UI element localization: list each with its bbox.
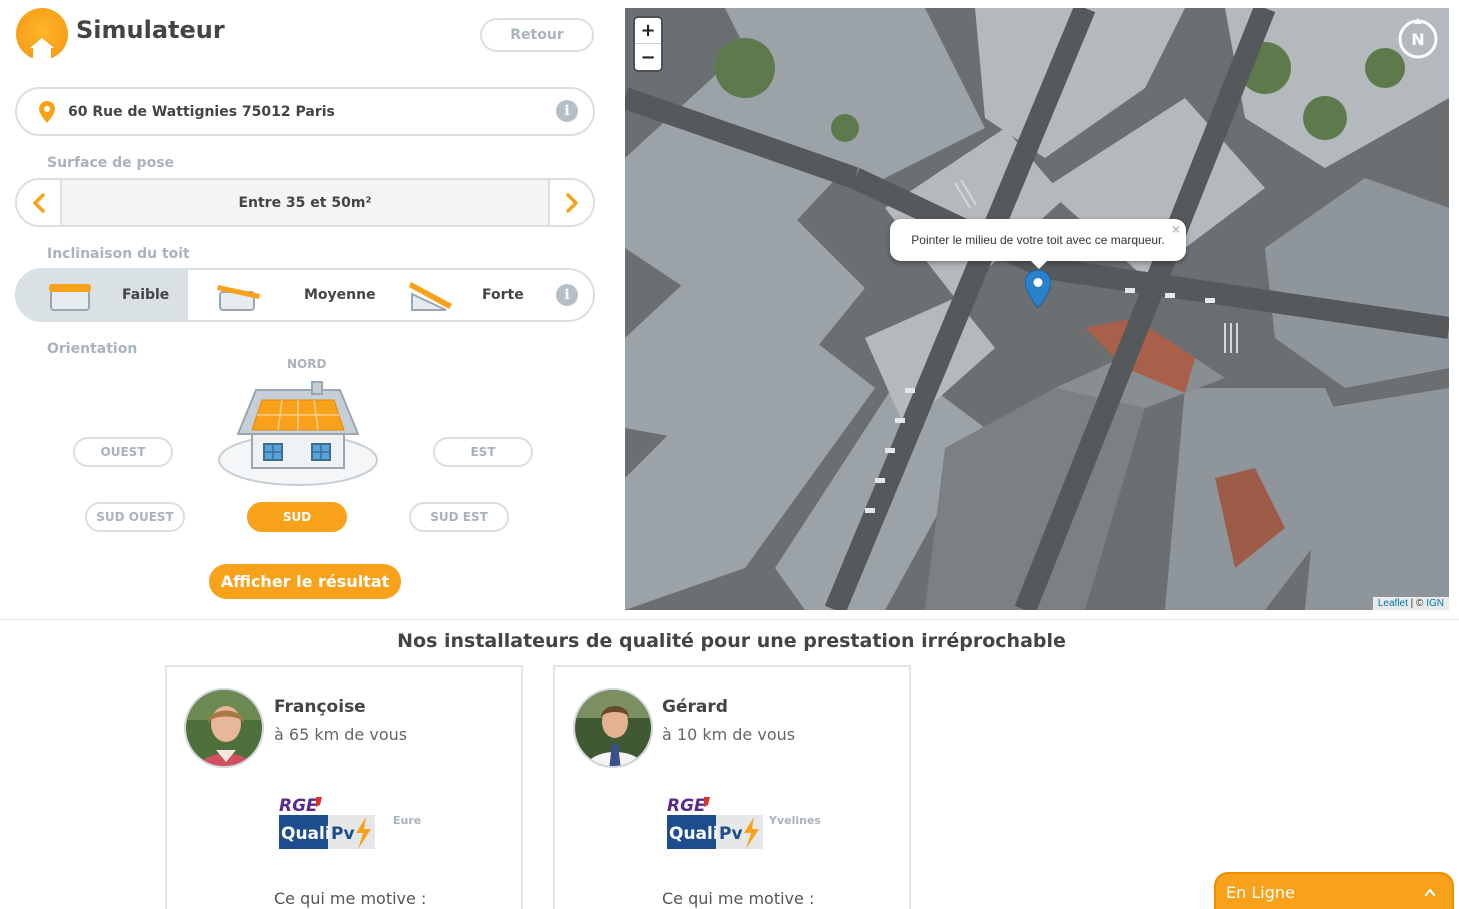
marker-popup: Pointer le milieu de votre toit avec ce … (890, 219, 1186, 269)
installer-motive-label: Ce qui me motive : (274, 889, 427, 908)
surface-prev-button[interactable] (17, 180, 62, 225)
aerial-map[interactable]: + − N Pointer le milieu de votre toit av… (625, 8, 1449, 610)
sun-logo (16, 8, 68, 60)
inclinaison-faible-label: Faible (122, 287, 170, 303)
house-logo-icon (30, 38, 54, 60)
chevron-left-icon (32, 192, 45, 213)
compass-icon[interactable]: N (1395, 16, 1441, 62)
show-result-button[interactable]: Afficher le résultat (209, 564, 401, 599)
surface-selector: Entre 35 et 50m² (15, 178, 595, 227)
inclinaison-option-moyenne[interactable]: Moyenne (188, 270, 378, 320)
flat-roof-icon (49, 284, 91, 311)
installer-name: Françoise (274, 697, 366, 717)
info-icon[interactable]: i (556, 100, 578, 122)
map-pin-icon (39, 100, 55, 123)
orientation-sud-est-button[interactable]: SUD EST (409, 502, 509, 532)
surface-value: Entre 35 et 50m² (238, 194, 372, 211)
zoom-control: + − (635, 18, 661, 70)
chevron-right-icon (565, 192, 578, 213)
installer-motive-label: Ce qui me motive : (662, 889, 815, 908)
zoom-in-button[interactable]: + (635, 18, 661, 44)
orientation-sud-button[interactable]: SUD (247, 502, 347, 532)
inclinaison-label: Inclinaison du toit (47, 246, 190, 262)
installer-photo (186, 690, 262, 766)
orientation-ouest-button[interactable]: OUEST (73, 437, 173, 467)
section-divider (0, 619, 1459, 620)
avatar (184, 688, 264, 768)
map-marker-icon[interactable] (1025, 270, 1051, 308)
orientation-est-button[interactable]: EST (433, 437, 533, 467)
live-chat-button[interactable]: En Ligne (1214, 872, 1454, 909)
badge-pv-text: Pv (331, 824, 355, 844)
installer-card: Gérard à 10 km de vous RGE Quali Pv Yvel… (553, 665, 911, 909)
badge-pv-text: Pv (719, 824, 743, 844)
inclinaison-forte-label: Forte (482, 287, 524, 303)
address-field[interactable]: 60 Rue de Wattignies 75012 Paris i (15, 87, 595, 136)
installer-name: Gérard (662, 697, 728, 717)
popup-close-button[interactable]: × (1172, 221, 1180, 237)
aerial-imagery (625, 8, 1449, 610)
inclinaison-selector: Faible Moyenne Forte i (15, 268, 595, 322)
installer-card: Françoise à 65 km de vous RGE Quali Pv E… (165, 665, 523, 909)
avatar (573, 688, 653, 768)
badge-quali-text: Quali (669, 824, 719, 844)
steep-roof-icon (409, 282, 452, 311)
attribution-leaflet-link[interactable]: Leaflet (1378, 598, 1408, 609)
orientation-label: Orientation (47, 341, 138, 357)
back-button[interactable]: Retour (480, 18, 594, 52)
installer-distance: à 65 km de vous (274, 725, 408, 744)
badge-rge-text: RGE (667, 796, 706, 816)
orientation-sud-ouest-button[interactable]: SUD OUEST (85, 502, 185, 532)
compass-letter: N (1411, 30, 1424, 49)
installers-title: Nos installateurs de qualité pour une pr… (397, 630, 1066, 652)
north-label: NORD (287, 357, 327, 371)
rge-qualipv-badge-icon: RGE Quali Pv (667, 796, 763, 849)
chat-label: En Ligne (1226, 882, 1295, 902)
page-title: Simulateur (76, 16, 225, 44)
chevron-up-icon (1424, 888, 1436, 897)
badge-rge-text: RGE (279, 796, 318, 816)
surface-next-button[interactable] (548, 180, 593, 225)
installer-distance: à 10 km de vous (662, 725, 796, 744)
attribution-ign-link[interactable]: IGN (1426, 598, 1444, 609)
rge-qualipv-badge-icon: RGE Quali Pv (279, 796, 375, 849)
house-orientation-icon (218, 381, 378, 486)
installer-region: Eure (393, 814, 422, 827)
map-attribution: Leaflet | © IGN (1372, 597, 1449, 610)
installer-region: Yvelines (769, 814, 821, 827)
medium-roof-icon (217, 285, 260, 311)
address-value: 60 Rue de Wattignies 75012 Paris (68, 103, 335, 120)
inclinaison-info-icon[interactable]: i (556, 284, 578, 306)
attribution-separator: | © (1407, 598, 1427, 609)
inclinaison-option-faible[interactable]: Faible (17, 270, 188, 320)
popup-text: Pointer le milieu de votre toit avec ce … (911, 233, 1165, 247)
installer-photo (575, 690, 651, 766)
inclinaison-moyenne-label: Moyenne (304, 287, 376, 303)
zoom-out-button[interactable]: − (635, 44, 661, 70)
badge-quali-text: Quali (281, 824, 331, 844)
surface-label: Surface de pose (47, 155, 175, 171)
